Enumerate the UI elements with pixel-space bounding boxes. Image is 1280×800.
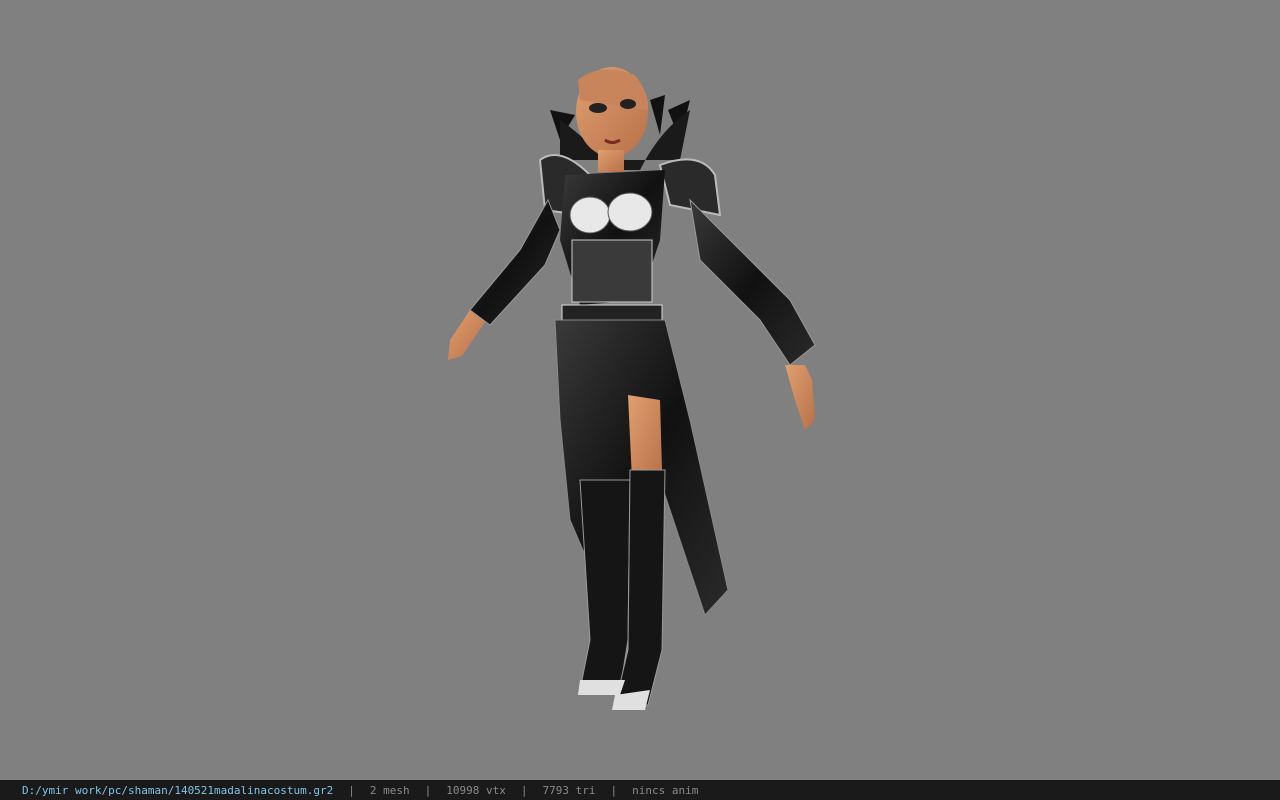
character-model-icon bbox=[448, 67, 816, 710]
separator: | bbox=[348, 783, 355, 797]
separator: | bbox=[520, 783, 528, 797]
separator: | bbox=[424, 783, 432, 797]
mesh-count: 2 mesh bbox=[369, 783, 410, 797]
separator: | bbox=[610, 783, 618, 797]
model-viewport[interactable] bbox=[0, 0, 1280, 780]
triangle-count: 7793 tri bbox=[542, 783, 596, 797]
status-bar: D:/ymir work/pc/shaman/140521madalinacos… bbox=[0, 780, 1280, 800]
animation-status: nincs anim bbox=[632, 783, 699, 797]
vertex-count: 10998 vtx bbox=[446, 783, 506, 797]
file-path: D:/ymir work/pc/shaman/140521madalinacos… bbox=[22, 783, 334, 797]
